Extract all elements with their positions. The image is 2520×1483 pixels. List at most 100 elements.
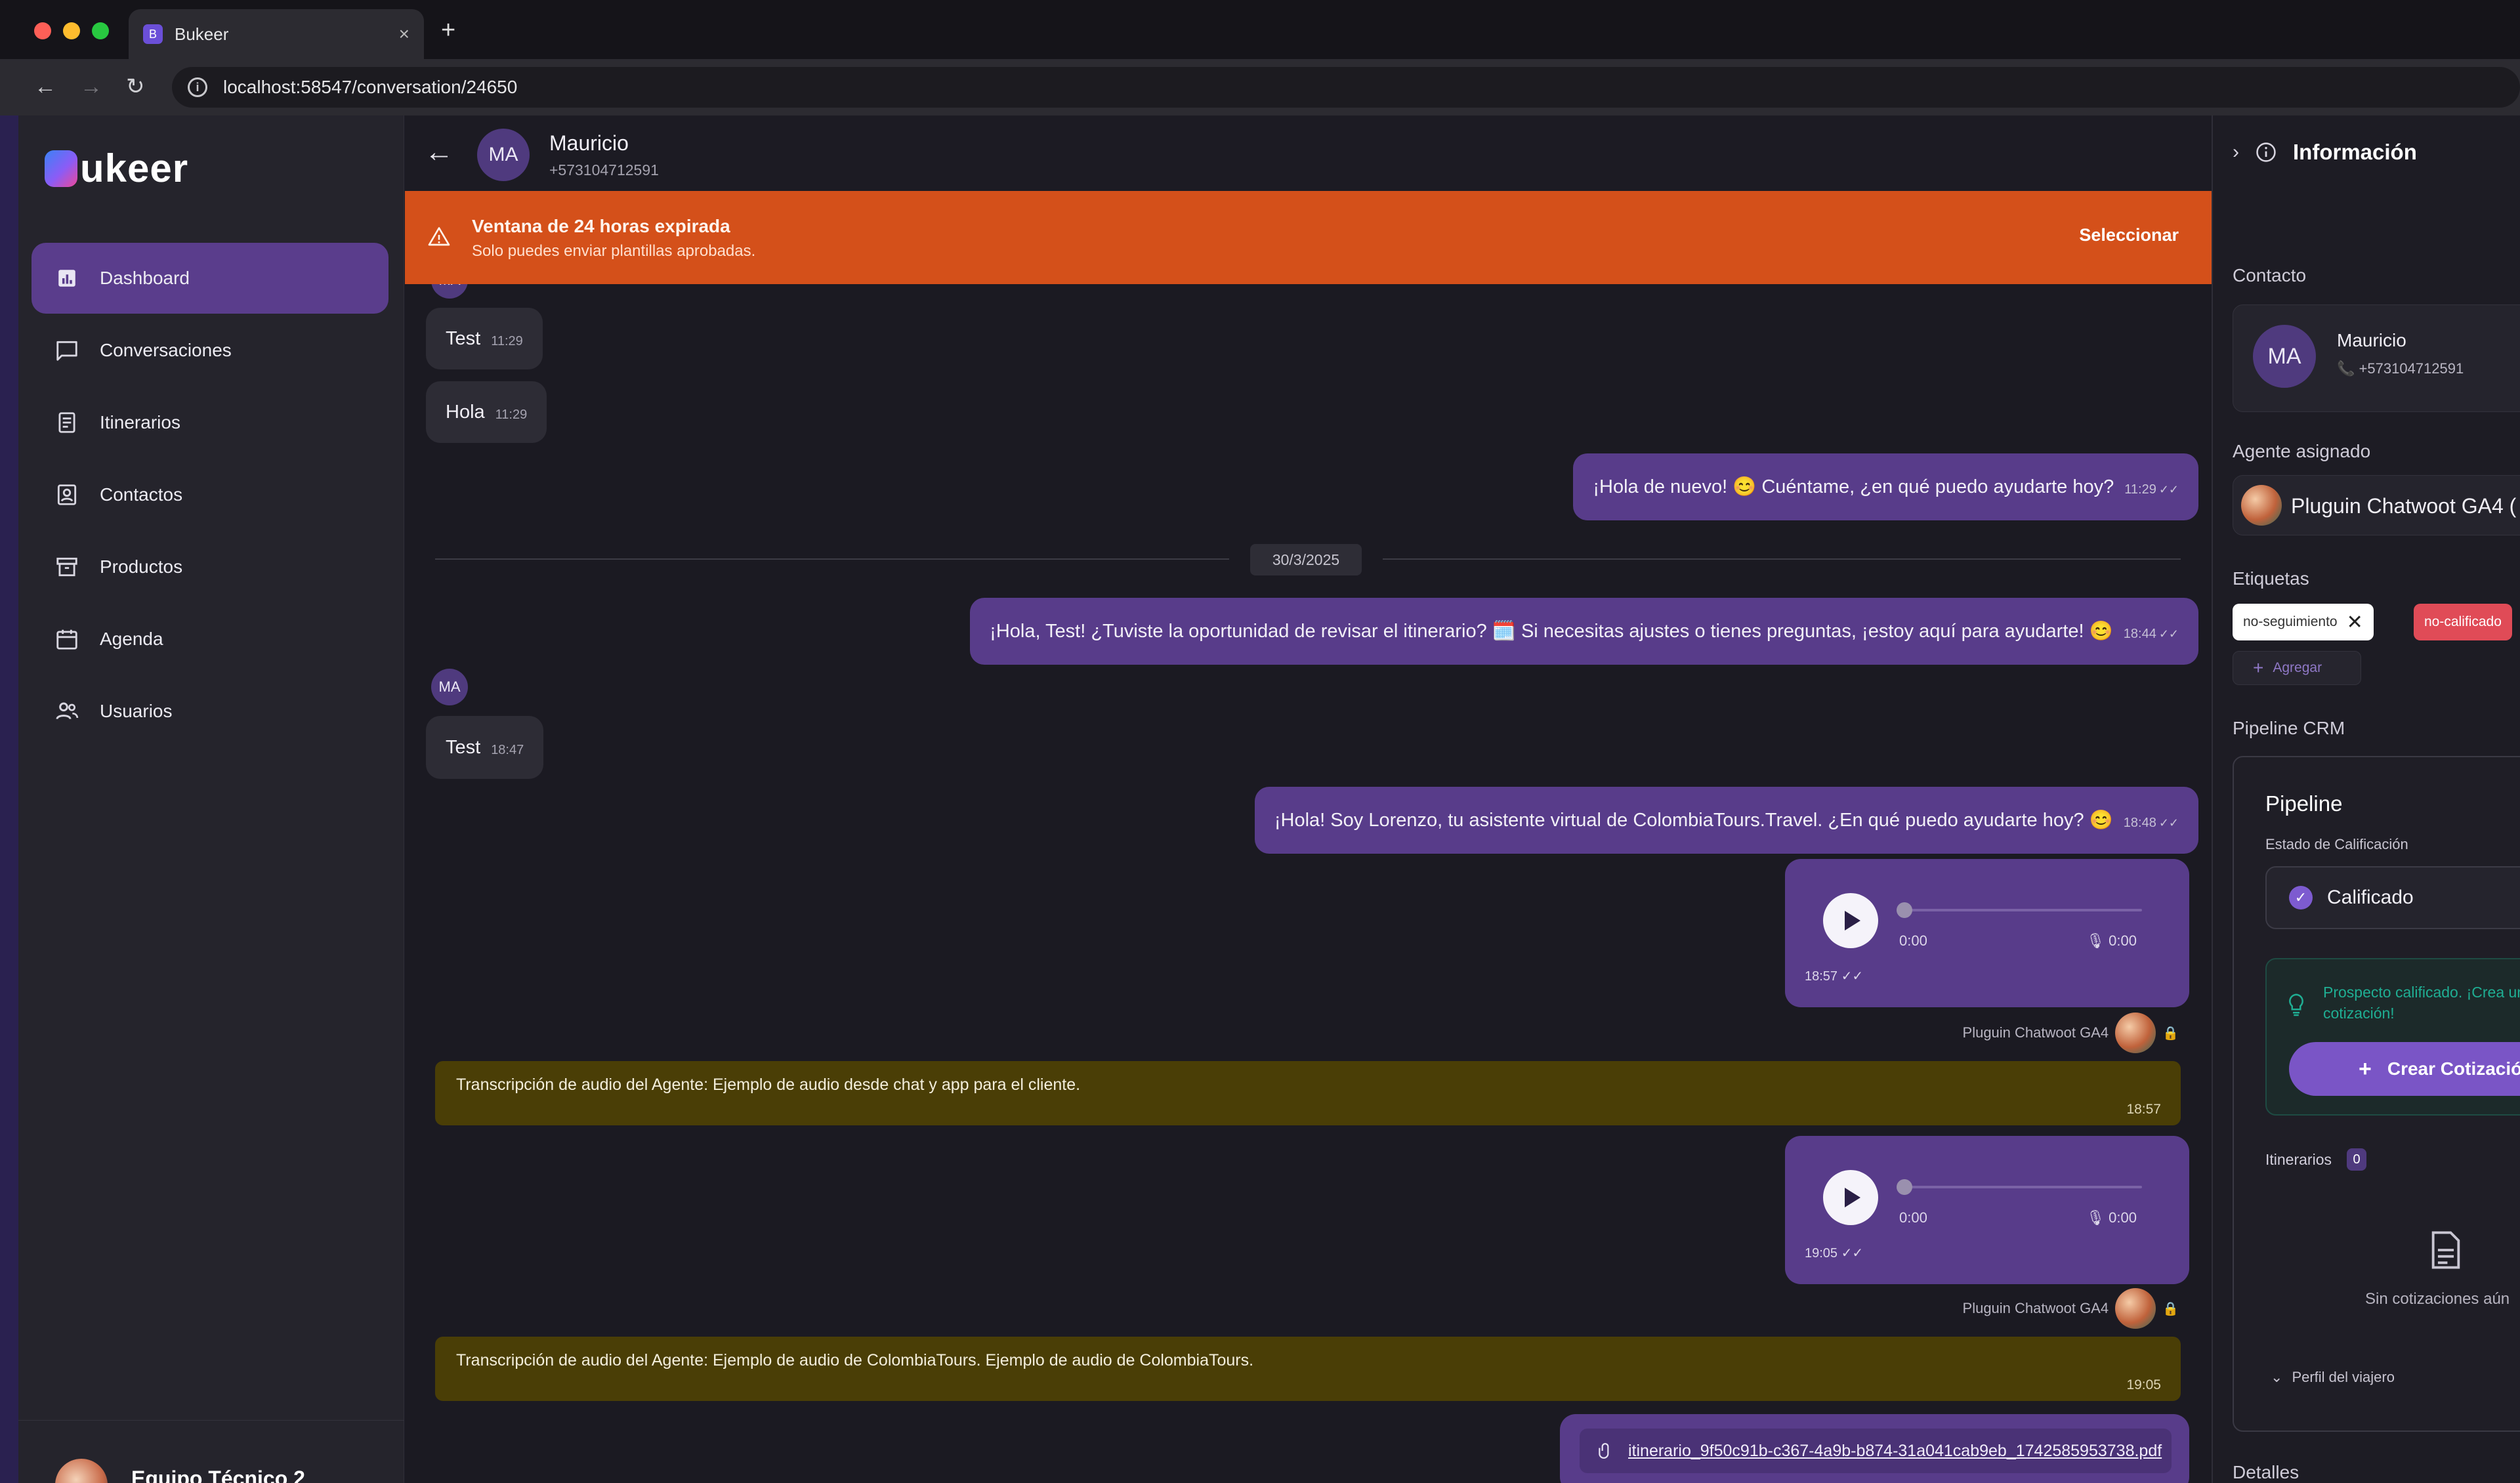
pdf-attachment[interactable]: itinerario_9f50c91b-c367-4a9b-b874-31a04… [1580, 1429, 2172, 1473]
contact-avatar: MA [2253, 325, 2316, 388]
lock-icon: 🔒 [2162, 1026, 2179, 1041]
sidebar-item-contactos[interactable]: Contactos [32, 459, 388, 530]
browser-forward-icon[interactable]: → [80, 72, 102, 101]
reload-icon[interactable]: ↻ [126, 72, 145, 101]
site-info-icon[interactable]: i [188, 77, 207, 97]
contact-phone: +573104712591 [549, 161, 659, 178]
status-select[interactable]: ✓ Calificado [2265, 866, 2520, 929]
prospect-text: Prospecto calificado. ¡Crea una cotizaci… [2323, 984, 2520, 1022]
bukeer-favicon-icon: B [143, 24, 163, 44]
message-time: 19:05 ✓✓ [1805, 1245, 1863, 1261]
sidebar-item-dashboard[interactable]: Dashboard [32, 243, 388, 314]
lock-icon: 🔒 [2162, 1301, 2179, 1316]
tag-chip[interactable]: no-calificado [2414, 604, 2512, 640]
sidebar-footer[interactable]: Equipo Técnico 2 [18, 1420, 404, 1483]
window-zoom-dot[interactable] [92, 22, 109, 39]
window-frame [0, 115, 18, 1483]
team-avatar [55, 1459, 108, 1483]
info-icon [2256, 142, 2276, 162]
audio-duration-value: 0:00 [2109, 1209, 2137, 1226]
sidebar-item-label: Dashboard [100, 268, 190, 288]
paperclip-icon [1599, 1443, 1609, 1459]
sidebar-item-label: Agenda [100, 629, 163, 649]
play-button[interactable] [1823, 893, 1878, 948]
chevron-down-icon: ⌄ [2271, 1369, 2283, 1385]
agent-name: Pluguin Chatwoot GA4 [1962, 1024, 2109, 1041]
traveler-profile-toggle[interactable]: ⌄ Perfil del viajero [2271, 1369, 2395, 1386]
chevron-right-icon[interactable]: › [2233, 141, 2239, 163]
transcript-text: Transcripción de audio del Agente: Ejemp… [456, 1076, 1081, 1094]
audio-seek-handle[interactable] [1897, 902, 1912, 918]
logo-mark-icon [45, 150, 77, 187]
agent-avatar [2115, 1013, 2156, 1053]
new-tab-icon[interactable]: + [441, 17, 455, 43]
create-quote-label: Crear Cotizació [2387, 1058, 2520, 1079]
mic-icon: 🎙 [2086, 932, 2105, 949]
contacts-icon [54, 482, 80, 508]
play-button[interactable] [1823, 1170, 1878, 1225]
message-outgoing: ¡Hola, Test! ¿Tuviste la oportunidad de … [970, 598, 2198, 665]
sidebar-item-itinerarios[interactable]: Itinerarios [32, 387, 388, 458]
add-tag-button[interactable]: + Agregar [2233, 651, 2361, 685]
message-text: ¡Hola, Test! ¿Tuviste la oportunidad de … [990, 621, 2113, 642]
date-divider-line [435, 558, 1229, 560]
message-text: Hola [446, 401, 485, 423]
message-time: 18:44 [2123, 626, 2156, 641]
contact-phone-value: +573104712591 [2359, 360, 2464, 377]
browser-back-icon[interactable]: ← [34, 72, 56, 101]
itinerary-icon [54, 409, 80, 436]
contact-avatar: MA [477, 129, 530, 181]
document-icon [2431, 1231, 2460, 1269]
plus-icon: + [2359, 1056, 2372, 1081]
audio-progress-track[interactable] [1903, 1186, 2142, 1188]
window-close-dot[interactable] [34, 22, 51, 39]
assigned-agent-card[interactable]: Pluguin Chatwoot GA4 ( [2233, 475, 2520, 535]
details-section-label: Detalles [2233, 1462, 2300, 1482]
browser-tab[interactable]: B Bukeer × [129, 9, 424, 59]
create-quote-button[interactable]: + Crear Cotizació [2289, 1042, 2520, 1096]
contact-name: Mauricio [2337, 330, 2406, 350]
transcript-text: Transcripción de audio del Agente: Ejemp… [456, 1351, 1254, 1369]
read-check-icon: ✓✓ [1841, 1246, 1864, 1261]
address-bar[interactable]: i localhost:58547/conversation/24650 [172, 67, 2520, 108]
tag-chip[interactable]: no-seguimiento ✕ [2233, 604, 2374, 640]
warning-icon [428, 227, 450, 246]
select-template-button[interactable]: Seleccionar [2079, 225, 2179, 245]
users-icon [54, 698, 80, 724]
sidebar-item-label: Usuarios [100, 701, 173, 721]
tag-label: no-calificado [2424, 614, 2502, 629]
contact-phone: 📞 +573104712591 [2337, 360, 2464, 377]
agent-section-label: Agente asignado [2233, 441, 2371, 461]
tab-close-icon[interactable]: × [399, 24, 410, 45]
message-text: ¡Hola! Soy Lorenzo, tu asistente virtual… [1274, 810, 2113, 831]
contact-card[interactable]: MA Mauricio 📞 +573104712591 [2233, 304, 2520, 412]
tags-section-label: Etiquetas [2233, 568, 2309, 589]
message-time: 18:57 ✓✓ [1805, 968, 1863, 984]
sidebar-item-agenda[interactable]: Agenda [32, 604, 388, 675]
check-circle-icon: ✓ [2289, 886, 2313, 909]
sidebar-item-conversaciones[interactable]: Conversaciones [32, 315, 388, 386]
message-list[interactable]: MA Test 11:29 Hola 11:29 ¡Hola de nuevo!… [405, 284, 2212, 1483]
remove-tag-icon[interactable]: ✕ [2347, 611, 2363, 634]
url-text: localhost:58547/conversation/24650 [223, 77, 518, 97]
pdf-filename-link[interactable]: itinerario_9f50c91b-c367-4a9b-b874-31a04… [1628, 1442, 2162, 1461]
audio-progress-track[interactable] [1903, 909, 2142, 911]
message-incoming: Test 18:47 [426, 716, 544, 779]
read-check-icon: ✓✓ [2158, 482, 2179, 496]
contact-section-label: Contacto [2233, 265, 2307, 285]
team-name: Equipo Técnico 2 [131, 1467, 305, 1483]
window-minimize-dot[interactable] [63, 22, 80, 39]
back-arrow-icon[interactable]: ← [425, 136, 453, 168]
contact-name: Mauricio [549, 131, 629, 155]
message-outgoing: ¡Hola de nuevo! 😊 Cuéntame, ¿en qué pued… [1573, 453, 2198, 520]
app-logo[interactable]: ukeer [45, 146, 188, 191]
phone-icon: 📞 [2337, 360, 2355, 377]
transcript-note: Transcripción de audio del Agente: Ejemp… [435, 1061, 2181, 1125]
audio-duration: 🎙 0:00 [2086, 932, 2137, 950]
browser-toolbar: ← → ↻ i localhost:58547/conversation/246… [0, 59, 2520, 115]
sidebar-item-usuarios[interactable]: Usuarios [32, 676, 388, 747]
sidebar-item-productos[interactable]: Productos [32, 532, 388, 602]
audio-seek-handle[interactable] [1897, 1179, 1912, 1195]
browser-tab-strip: B Bukeer × + [0, 0, 2520, 59]
message-time-value: 19:05 [1805, 1246, 1838, 1261]
